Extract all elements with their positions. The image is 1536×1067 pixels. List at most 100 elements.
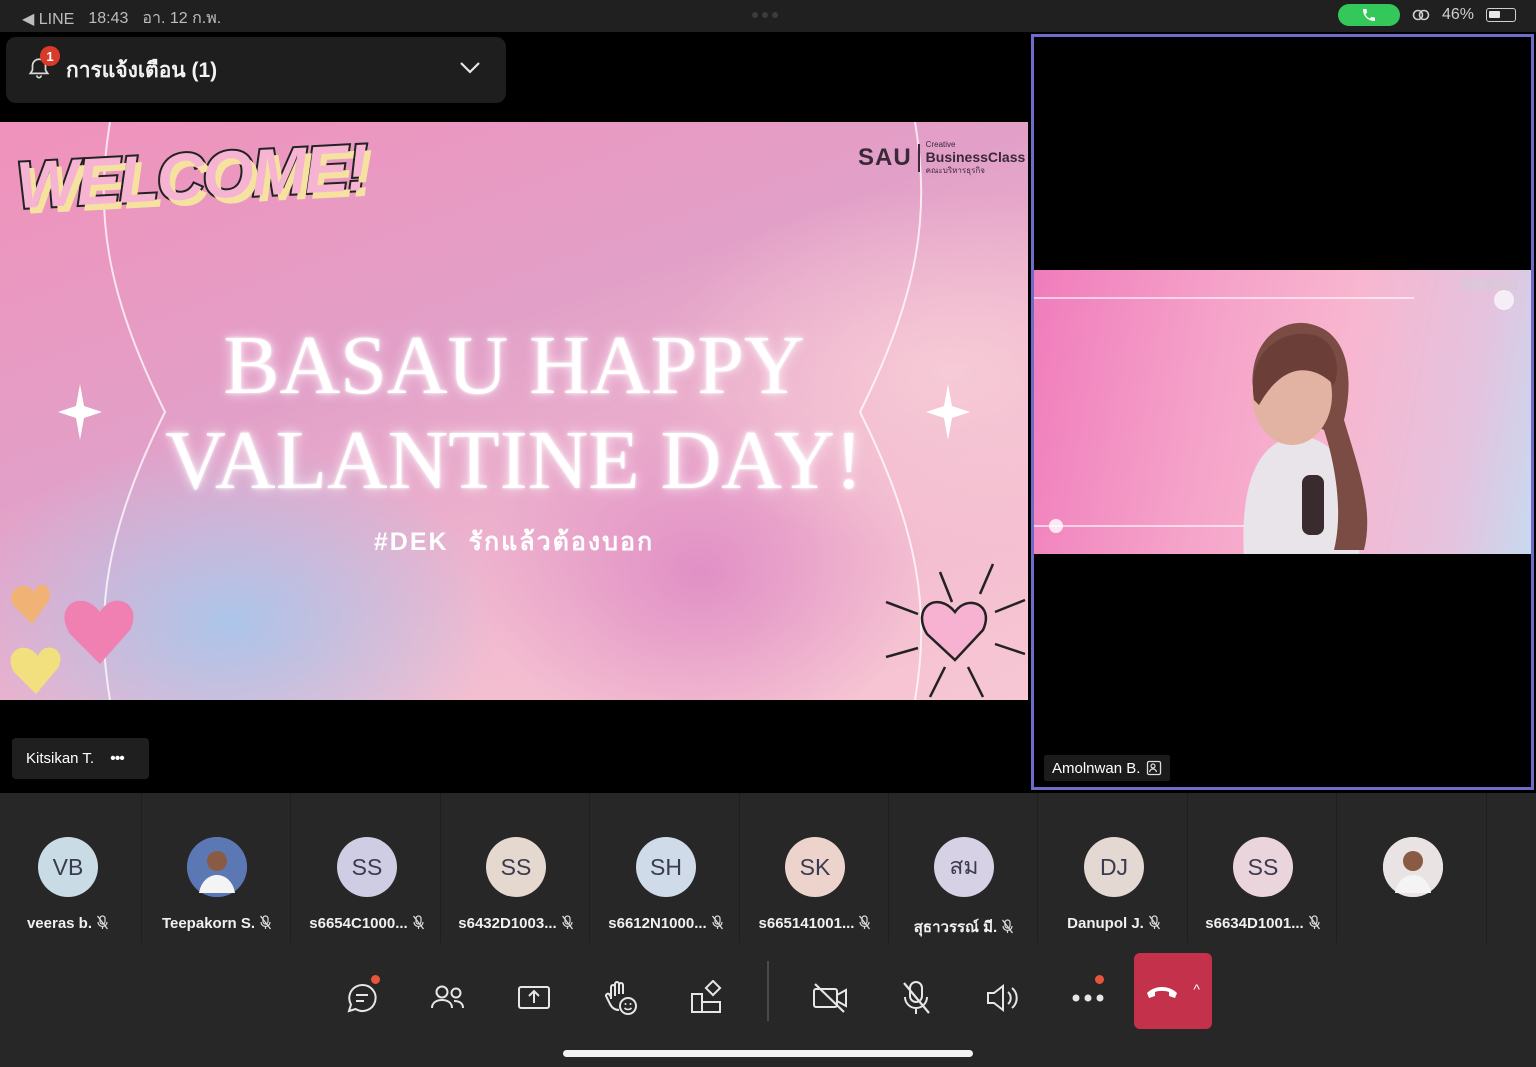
participant-tile[interactable]: VB veeras b. [0, 793, 142, 943]
mic-off-icon [1001, 919, 1014, 938]
participant-name-row: สุธาวรรณ์ มี. [890, 915, 1038, 939]
chat-button[interactable] [337, 973, 387, 1023]
hang-up-icon [1147, 987, 1177, 998]
notification-bar[interactable]: 1 การแจ้งเตือน (1) [6, 37, 506, 103]
multitask-grabber[interactable] [752, 12, 784, 18]
participant-name-row: veeras b. [0, 915, 142, 934]
leave-call-button[interactable]: ^ [1134, 953, 1212, 1029]
sau-logo: SAU Creative BusinessClass คณะบริหารธุรก… [858, 138, 1025, 177]
participant-tile[interactable]: SS s6634D1001... [1189, 793, 1337, 943]
apps-icon [691, 980, 722, 1013]
heart-icon [11, 584, 51, 624]
participant-name-row: Danupol J. [1040, 915, 1188, 934]
avatar: DJ [1084, 837, 1144, 897]
mic-off-icon [858, 915, 871, 934]
status-bar: ◀ LINE 18:43 อา. 12 ก.พ. 46% [0, 0, 1536, 32]
chevron-up-icon[interactable]: ^ [1193, 981, 1200, 997]
mic-off-icon [96, 915, 109, 934]
battery-percent: 46% [1441, 6, 1474, 23]
participant-name-row: s6612N1000... [592, 915, 740, 934]
participant-name-row: Teepakorn S. [143, 915, 291, 934]
more-notification-dot [1095, 975, 1104, 984]
camera-off-icon [813, 983, 847, 1013]
slide-hashtag: #DEK รักแล้วต้องบอก [0, 522, 1028, 562]
notification-label: การแจ้งเตือน (1) [66, 58, 218, 82]
chevron-down-icon[interactable] [458, 59, 482, 75]
raise-hand-icon [605, 981, 637, 1015]
battery-icon [1486, 8, 1516, 22]
participant-name-row: s6654C1000... [293, 915, 441, 934]
apps-button[interactable] [681, 973, 731, 1023]
mic-off-icon [561, 915, 574, 934]
mic-toggle-button[interactable] [891, 973, 941, 1023]
status-time: 18:43 [88, 9, 129, 27]
avatar: SS [337, 837, 397, 897]
mic-off-icon [259, 915, 272, 934]
participant-name: s6654C1000... [309, 915, 408, 932]
active-call-pill[interactable] [1337, 4, 1400, 26]
participants-strip: VB veeras b. Teepakorn S. SS s6654C1000... SS… [0, 793, 1536, 943]
mic-off-icon [903, 981, 930, 1014]
more-options-button[interactable] [1063, 973, 1113, 1023]
speaker-button[interactable] [977, 973, 1027, 1023]
avatar: SH [636, 837, 696, 897]
slide-headline-line1: BASAU HAPPY [223, 319, 805, 412]
pin-icon[interactable] [1146, 760, 1162, 776]
share-screen-button[interactable] [509, 973, 559, 1023]
chat-icon [347, 983, 377, 1013]
participant-tile[interactable]: Teepakorn S. [143, 793, 291, 943]
mic-off-icon [711, 915, 724, 934]
participant-name: สุธาวรรณ์ มี. [913, 919, 998, 936]
avatar: SK [785, 837, 845, 897]
presenter-name: Kitsikan T. [26, 750, 95, 767]
participant-name-row: s6634D1001... [1189, 915, 1337, 934]
back-to-line-link[interactable]: ◀ LINE [22, 9, 74, 29]
logo-text: Creative BusinessClass คณะบริหารธุรกิจ [926, 138, 1026, 177]
participant-name: veeras b. [26, 915, 93, 932]
participant-tile[interactable]: DJ Danupol J. [1040, 793, 1188, 943]
heart-icon [64, 600, 134, 664]
pinned-name-tag: Amolnwan B. [1044, 755, 1171, 781]
participant-tile[interactable]: SS s6654C1000... [293, 793, 441, 943]
participant-video [1034, 270, 1531, 554]
participant-name: Danupol J. [1067, 915, 1144, 932]
participant-tile[interactable] [1339, 793, 1487, 943]
participant-name: s6612N1000... [608, 915, 707, 932]
pinned-participant-panel[interactable]: Amolnwan B. [1031, 34, 1534, 790]
participant-name-row: s6432D1003... [442, 915, 590, 934]
home-indicator[interactable] [563, 1050, 973, 1057]
heart-sunburst-icon [885, 563, 1026, 698]
controls-divider [767, 961, 769, 1021]
link-icon [1412, 9, 1430, 21]
participant-name: s665141001... [758, 915, 855, 932]
camera-toggle-button[interactable] [805, 973, 855, 1023]
avatar: SS [486, 837, 546, 897]
notification-count-badge: 1 [40, 46, 60, 66]
avatar: SS [1233, 837, 1293, 897]
presenter-name-tag: Kitsikan T. ••• [12, 738, 149, 779]
status-date: อา. 12 ก.พ. [142, 10, 222, 27]
logo-main: SAU [858, 143, 912, 171]
avatar: สม [934, 837, 994, 897]
participant-tile[interactable]: SK s665141001... [741, 793, 889, 943]
mic-off-icon [1148, 915, 1161, 934]
meeting-controls: ^ [0, 943, 1536, 1067]
person-silhouette [1243, 322, 1368, 554]
chat-unread-dot [371, 975, 380, 984]
status-bar-right: 46% [1337, 4, 1516, 26]
pinned-name: Amolnwan B. [1052, 759, 1141, 777]
presenter-more-button[interactable]: ••• [110, 750, 125, 768]
participant-tile[interactable]: SH s6612N1000... [592, 793, 740, 943]
more-icon [1072, 994, 1104, 1002]
raise-hand-button[interactable] [595, 973, 645, 1023]
participant-tile[interactable]: SS s6432D1003... [442, 793, 590, 943]
shared-screen: WELCOME! SAU Creative BusinessClass คณะบ… [0, 122, 1028, 700]
participant-name: Teepakorn S. [161, 915, 256, 932]
participant-tile[interactable]: สมสุธาวรรณ์ มี. [890, 793, 1038, 943]
logo-line2: BusinessClass [925, 149, 1026, 165]
people-icon [431, 985, 464, 1009]
avatar [1383, 837, 1443, 897]
participants-button[interactable] [423, 973, 473, 1023]
mic-off-icon [412, 915, 425, 934]
participant-name-row: s665141001... [741, 915, 889, 934]
